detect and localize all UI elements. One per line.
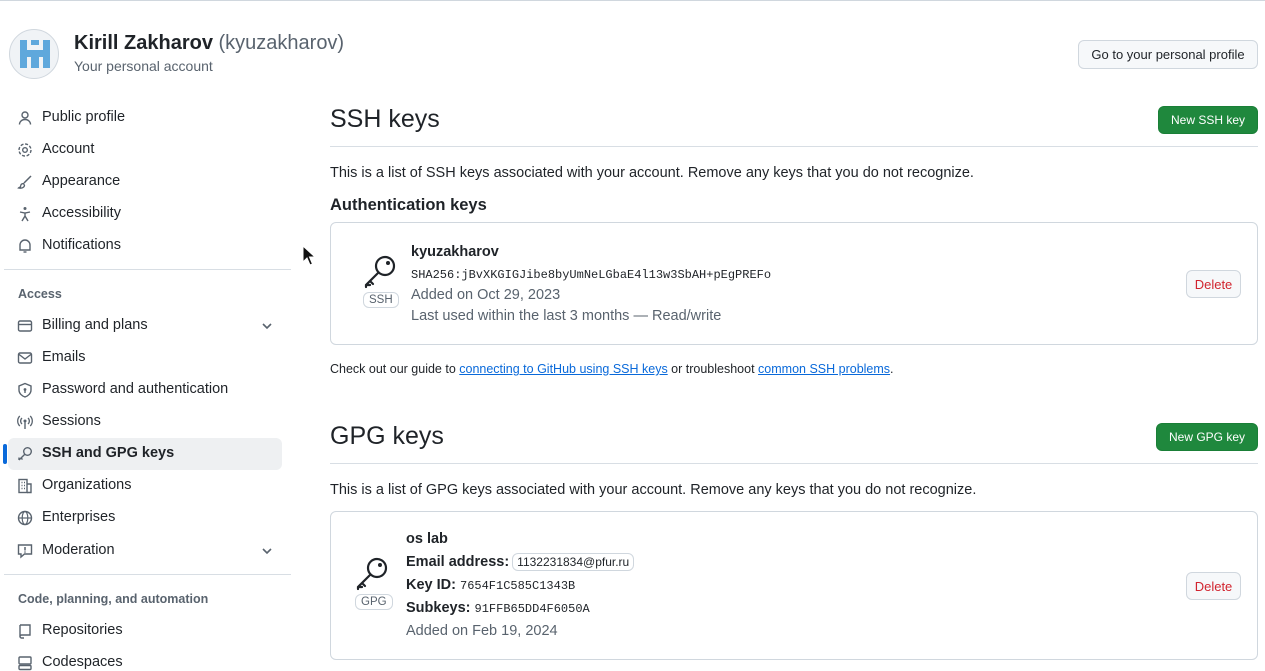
gpg-key-type-badge: GPG (355, 594, 393, 610)
gpg-email-label: Email address: (406, 554, 510, 570)
chevron-down-icon[interactable] (260, 319, 274, 333)
sidebar-item-organizations[interactable]: Organizations (8, 470, 282, 502)
guide-suffix: . (890, 362, 894, 376)
delete-gpg-key-button[interactable]: Delete (1186, 572, 1241, 600)
ssh-guide-text: Check out our guide to connecting to Git… (330, 362, 894, 376)
ssh-key-last-used: Last used within the last 3 months — Rea… (411, 308, 722, 324)
sidebar-item-label: Accessibility (42, 205, 121, 221)
sidebar-item-label: Account (42, 141, 95, 157)
common-ssh-problems-link[interactable]: common SSH problems (758, 362, 890, 376)
authentication-keys-heading: Authentication keys (330, 196, 487, 214)
account-subtitle: Your personal account (74, 58, 213, 74)
gpg-subkeys-value: 91FFB65DD4F6050A (474, 602, 590, 616)
gpg-email-value: 1132231834@pfur.ru (512, 553, 635, 571)
gpg-key-title: os lab (406, 531, 448, 547)
gear-icon (18, 143, 32, 157)
gpg-email-row: Email address: 1132231834@pfur.ru (406, 553, 635, 571)
sidebar-item-password[interactable]: Password and authentication (8, 374, 282, 406)
person-icon (18, 111, 32, 125)
sidebar-item-codespaces[interactable]: Codespaces (8, 647, 282, 671)
sidebar-item-public-profile[interactable]: Public profile (8, 102, 282, 134)
sidebar-item-appearance[interactable]: Appearance (8, 166, 282, 198)
sidebar-item-label: Appearance (42, 173, 121, 189)
broadcast-icon (17, 415, 33, 429)
ssh-key-type-badge: SSH (363, 292, 399, 308)
sidebar-item-notifications[interactable]: Notifications (8, 230, 282, 262)
paintbrush-icon (17, 175, 32, 189)
ssh-key-added-date: Added on Oct 29, 2023 (411, 287, 561, 303)
sidebar-item-accessibility[interactable]: Accessibility (8, 198, 282, 230)
active-indicator (3, 444, 7, 464)
chevron-down-icon[interactable] (260, 544, 274, 558)
ssh-key-title: kyuzakharov (411, 244, 499, 260)
sidebar-item-label: Moderation (42, 542, 115, 558)
gpg-key-added-date: Added on Feb 19, 2024 (406, 623, 558, 639)
gpg-keys-title: GPG keys (330, 422, 444, 450)
sidebar-heading-code: Code, planning, and automation (18, 592, 209, 606)
gpg-subkeys-label: Subkeys: (406, 600, 471, 616)
sidebar-item-label: Billing and plans (42, 317, 148, 333)
ssh-description: This is a list of SSH keys associated wi… (330, 165, 974, 181)
key-icon (364, 255, 396, 289)
globe-icon (17, 510, 33, 526)
gpg-key-id-label: Key ID: (406, 577, 456, 593)
report-icon (17, 544, 33, 559)
sidebar-item-account[interactable]: Account (8, 134, 282, 166)
ssh-section-divider (330, 146, 1258, 147)
sidebar-item-label: Password and authentication (42, 381, 229, 397)
credit-card-icon (17, 320, 33, 332)
sidebar-item-label: Organizations (42, 477, 132, 493)
avatar-identicon (20, 40, 50, 68)
key-icon (18, 447, 32, 461)
sidebar-item-repositories[interactable]: Repositories (8, 615, 282, 647)
avatar[interactable] (9, 29, 59, 79)
sidebar-item-label: SSH and GPG keys (42, 445, 175, 461)
shield-lock-icon (18, 382, 32, 398)
organization-icon (18, 478, 32, 494)
sidebar-item-label: Repositories (42, 622, 123, 638)
sidebar-item-label: Sessions (42, 413, 101, 429)
delete-ssh-key-button[interactable]: Delete (1186, 270, 1241, 298)
gpg-description: This is a list of GPG keys associated wi… (330, 482, 977, 498)
sidebar-item-label: Emails (42, 349, 86, 365)
top-border (0, 0, 1265, 1)
user-full-name: Kirill Zakharov (74, 32, 213, 54)
new-gpg-key-button[interactable]: New GPG key (1156, 423, 1258, 451)
gpg-section-divider (330, 463, 1258, 464)
mail-icon (17, 352, 33, 364)
gpg-key-card: GPG os lab Email address: 1132231834@pfur… (330, 511, 1258, 660)
guide-prefix: Check out our guide to (330, 362, 460, 376)
repo-icon (19, 624, 31, 639)
sidebar-item-ssh-gpg-keys[interactable]: SSH and GPG keys (3, 438, 282, 470)
key-icon (356, 557, 388, 591)
sidebar-divider (4, 269, 291, 270)
gpg-key-id-value: 7654F1C585C1343B (460, 579, 576, 593)
sidebar-item-label: Notifications (42, 237, 121, 253)
sidebar-item-sessions[interactable]: Sessions (8, 406, 282, 438)
sidebar-heading-access: Access (18, 287, 62, 301)
codespaces-icon (18, 656, 32, 671)
guide-middle: or troubleshoot (667, 362, 759, 376)
ssh-keys-title: SSH keys (330, 105, 440, 133)
sidebar-divider (4, 574, 291, 575)
ssh-key-card: SSH kyuzakharov SHA256:jBvXKGIGJibe8byUm… (330, 222, 1258, 345)
gpg-key-id-row: Key ID: 7654F1C585C1343B (406, 577, 575, 593)
mouse-cursor-icon (302, 245, 316, 266)
sidebar-item-billing[interactable]: Billing and plans (8, 310, 282, 342)
sidebar-item-label: Enterprises (42, 509, 116, 525)
user-login: (kyuzakharov) (218, 32, 345, 54)
sidebar-item-label: Public profile (42, 109, 126, 125)
user-display-name: Kirill Zakharov (kyuzakharov) (74, 32, 344, 55)
accessibility-icon (19, 207, 31, 222)
gpg-subkeys-row: Subkeys: 91FFB65DD4F6050A (406, 600, 590, 616)
sidebar-item-enterprises[interactable]: Enterprises (8, 502, 282, 534)
new-ssh-key-button[interactable]: New SSH key (1158, 106, 1258, 134)
sidebar-item-label: Codespaces (42, 654, 123, 670)
sidebar-item-emails[interactable]: Emails (8, 342, 282, 374)
ssh-key-fingerprint: SHA256:jBvXKGIGJibe8byUmNeLGbaE4l13w3SbA… (411, 268, 772, 282)
go-to-profile-button[interactable]: Go to your personal profile (1078, 40, 1258, 69)
connecting-ssh-guide-link[interactable]: connecting to GitHub using SSH keys (459, 362, 667, 376)
sidebar-item-moderation[interactable]: Moderation (8, 535, 282, 567)
bell-icon (19, 239, 31, 253)
